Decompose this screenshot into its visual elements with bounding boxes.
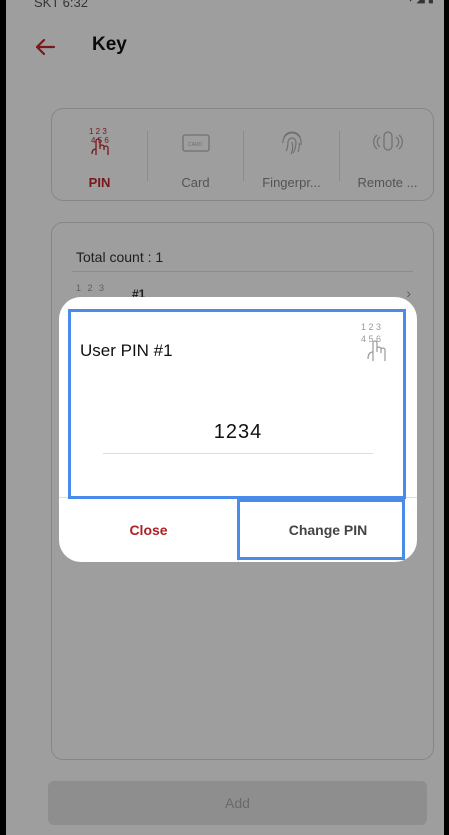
close-button[interactable]: Close	[59, 498, 238, 562]
change-pin-button[interactable]: Change PIN	[238, 498, 417, 562]
app-screen: SKT 6:32 ▾ ◢ ▮ Key 1 2 3 4 5 6 PIN CARD …	[6, 0, 444, 835]
pin-value: 1234	[213, 421, 263, 443]
pin-icon-digits-top: 1 2 3	[361, 322, 381, 332]
dialog-title: User PIN #1	[80, 341, 173, 360]
user-pin-dialog: User PIN #1 1 2 3 4 5 6 1234 Close Chang…	[59, 297, 417, 562]
pin-keypad-icon: 1 2 3 4 5 6	[361, 322, 386, 361]
pin-icon-digits-bottom: 4 5 6	[361, 334, 381, 344]
pin-underline	[103, 453, 373, 454]
